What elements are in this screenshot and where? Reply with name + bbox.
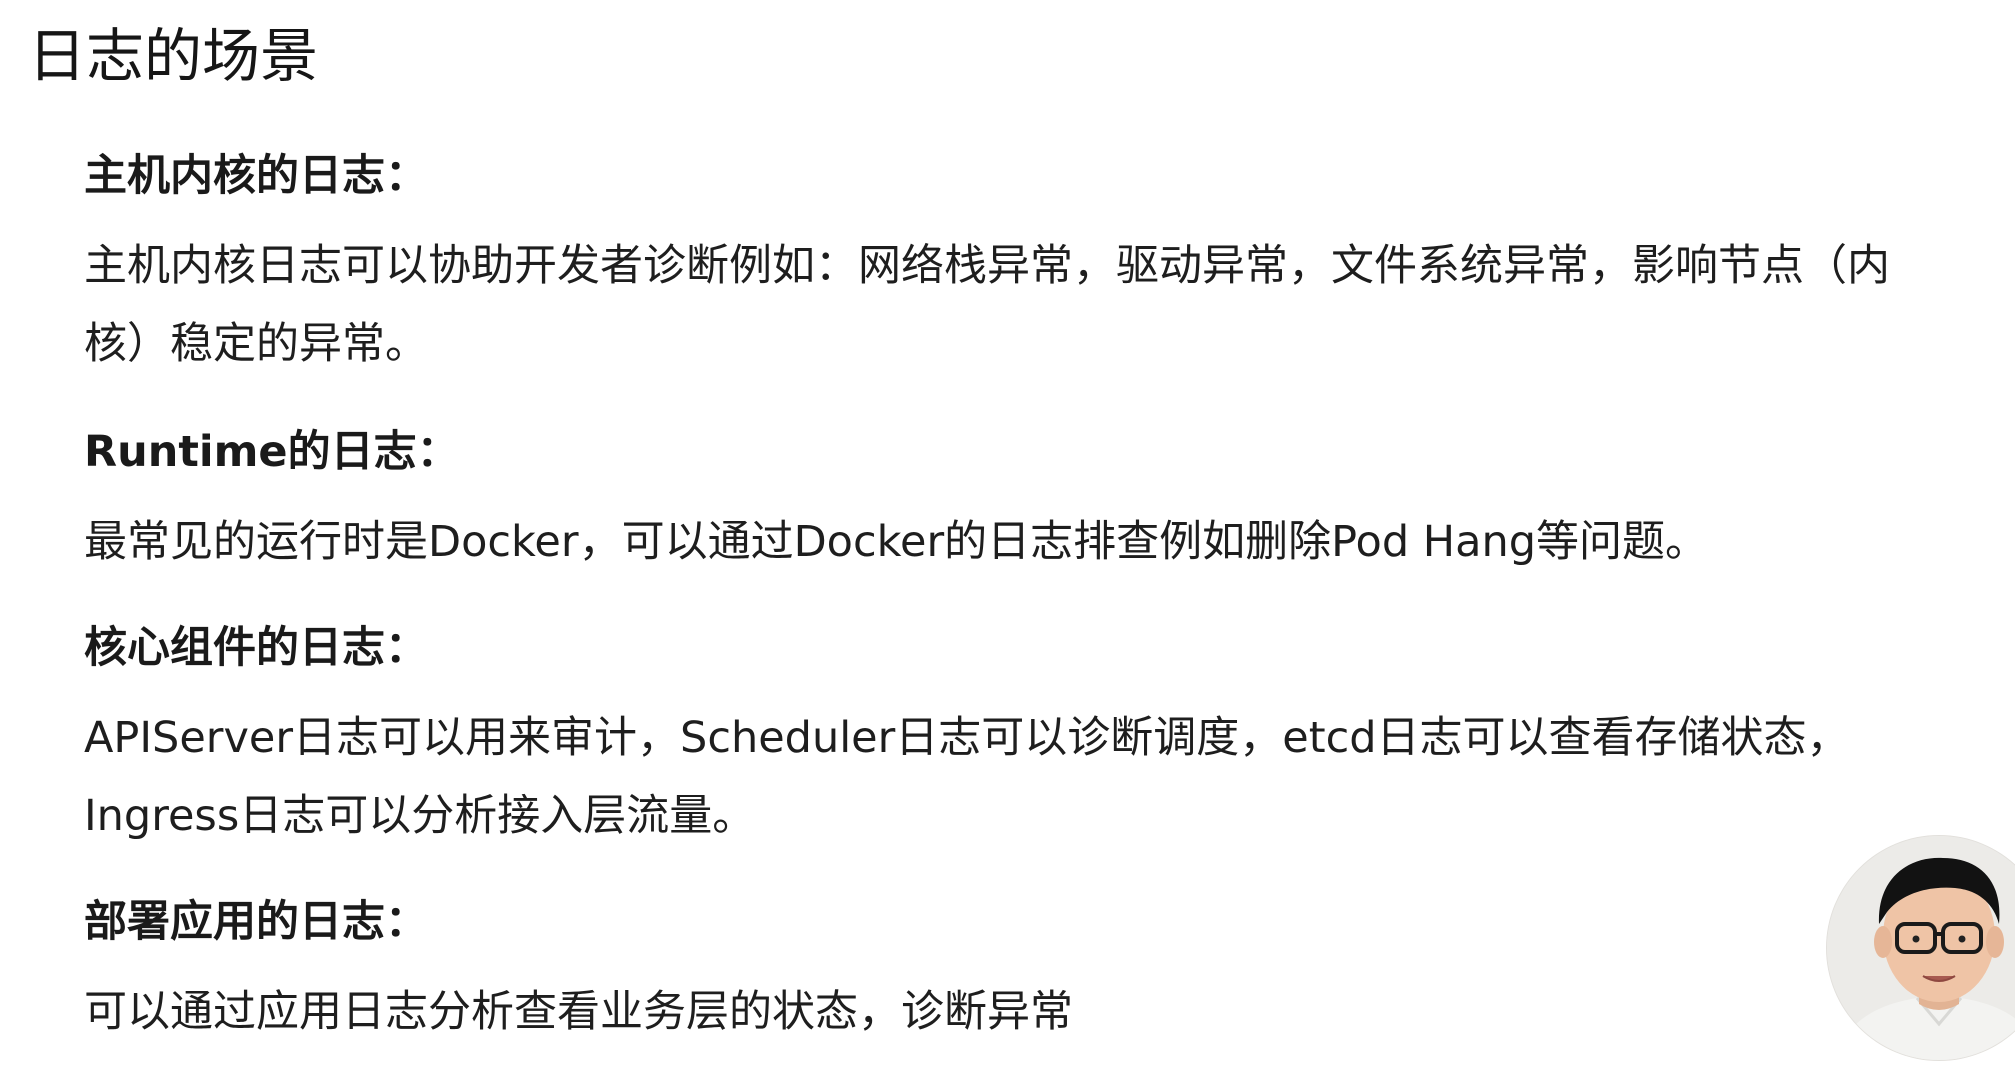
body-line: APIServer日志可以用来审计，Scheduler日志可以诊断调度，etcd… bbox=[84, 713, 1850, 763]
body-line: Ingress日志可以分析接入层流量。 bbox=[84, 791, 756, 841]
section-heading: 主机内核的日志： bbox=[84, 151, 428, 201]
section-host-kernel-logs: 主机内核的日志： 主机内核日志可以协助开发者诊断例如：网络栈异常，驱动异常，文件… bbox=[84, 148, 1994, 383]
section-runtime-logs: Runtime的日志： 最常见的运行时是Docker，可以通过Docker的日志… bbox=[84, 424, 1994, 581]
slide-title: 日志的场景 bbox=[28, 22, 319, 90]
section-body: 主机内核日志可以协助开发者诊断例如：网络栈异常，驱动异常，文件系统异常，影响节点… bbox=[84, 227, 1994, 383]
body-line: 可以通过应用日志分析查看业务层的状态，诊断异常 bbox=[84, 987, 1073, 1037]
section-core-component-logs: 核心组件的日志： APIServer日志可以用来审计，Scheduler日志可以… bbox=[84, 620, 1994, 855]
section-body: 最常见的运行时是Docker，可以通过Docker的日志排查例如删除Pod Ha… bbox=[84, 503, 1994, 581]
section-body: APIServer日志可以用来审计，Scheduler日志可以诊断调度，etcd… bbox=[84, 699, 1994, 855]
body-line: 最常见的运行时是Docker，可以通过Docker的日志排查例如删除Pod Ha… bbox=[84, 517, 1709, 567]
body-line: 核）稳定的异常。 bbox=[84, 319, 428, 369]
body-line: 主机内核日志可以协助开发者诊断例如：网络栈异常，驱动异常，文件系统异常，影响节点… bbox=[84, 241, 1890, 291]
section-heading: 核心组件的日志： bbox=[84, 623, 428, 673]
section-heading: 部署应用的日志： bbox=[84, 897, 428, 947]
section-application-logs: 部署应用的日志： 可以通过应用日志分析查看业务层的状态，诊断异常 bbox=[84, 894, 1994, 1051]
section-heading: Runtime的日志： bbox=[84, 427, 460, 477]
section-body: 可以通过应用日志分析查看业务层的状态，诊断异常 bbox=[84, 973, 1994, 1051]
